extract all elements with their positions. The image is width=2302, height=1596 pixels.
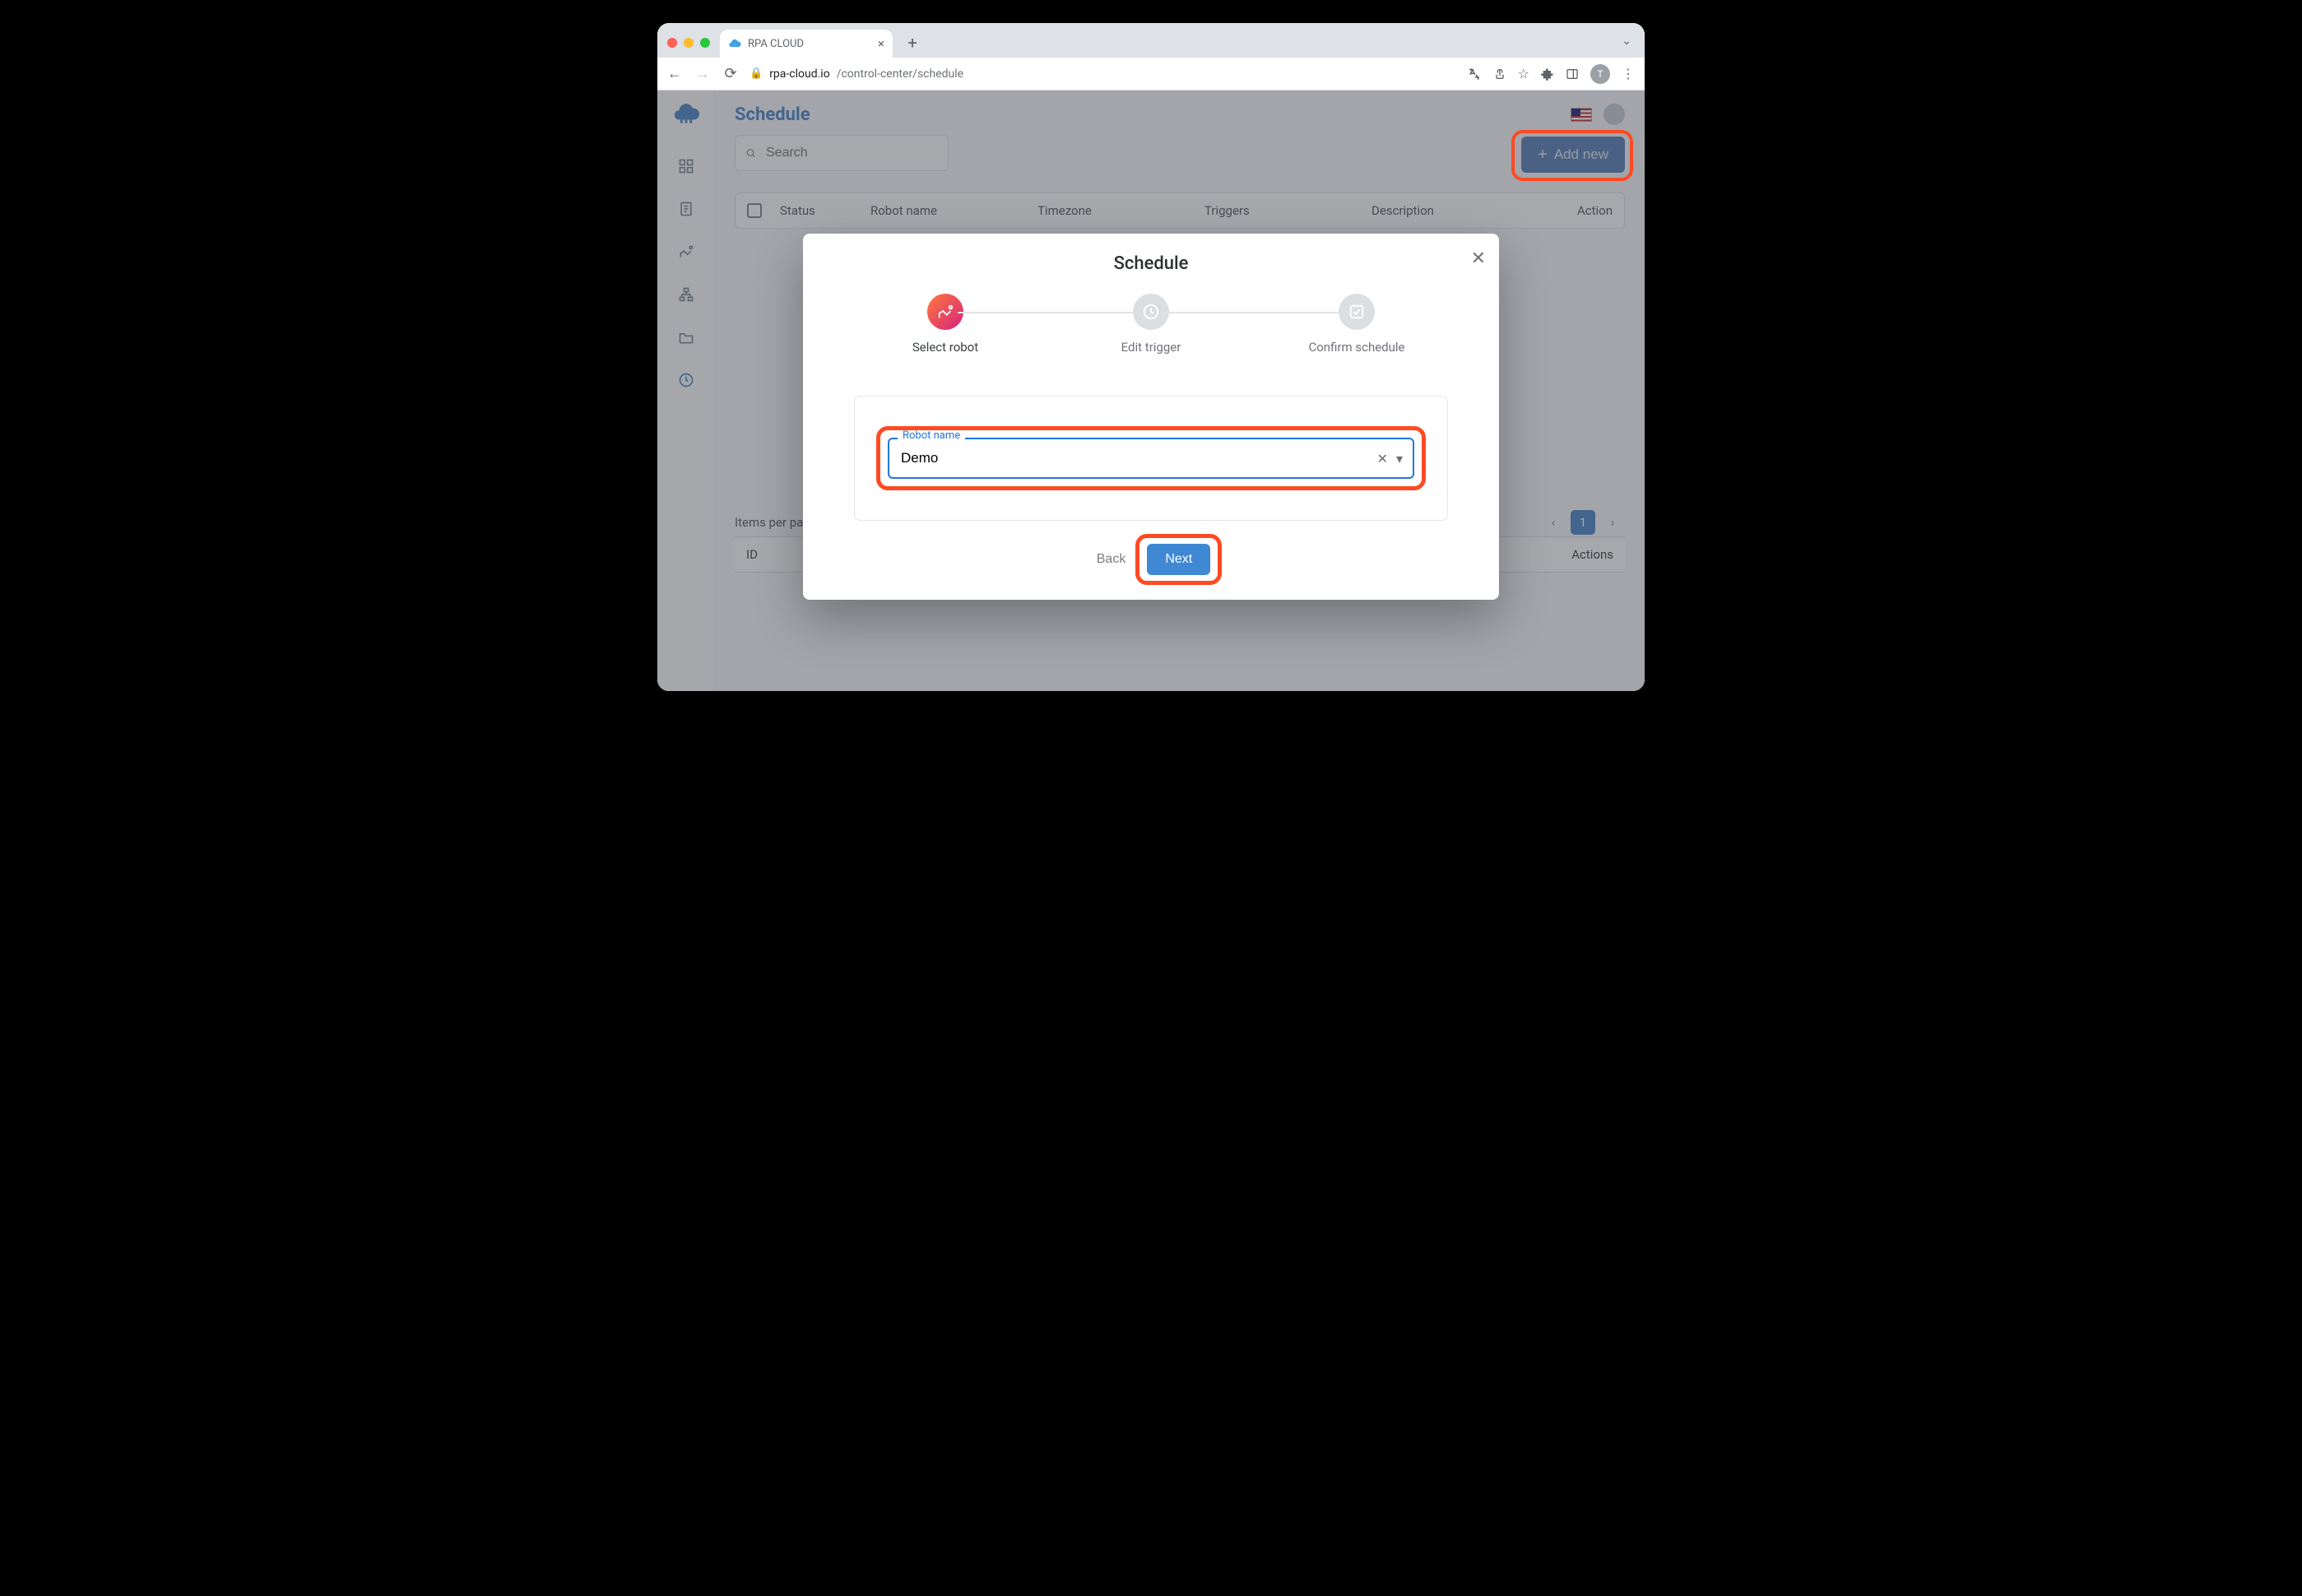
modal-title: Schedule	[826, 253, 1476, 274]
tab-strip: RPA CLOUD × + ⌄	[657, 23, 1645, 58]
reload-icon[interactable]: ⟳	[722, 65, 740, 82]
step-label: Edit trigger	[1121, 340, 1181, 355]
robot-name-input[interactable]	[899, 449, 1369, 467]
tabs-overflow-icon[interactable]: ⌄	[1622, 35, 1631, 48]
browser-toolbar: ← → ⟳ 🔒 rpa-cloud.io/control-center/sche…	[657, 58, 1645, 90]
fullscreen-window-icon[interactable]	[700, 38, 710, 48]
schedule-modal: ✕ Schedule Select robot Edit trigger	[803, 234, 1499, 600]
back-button[interactable]: Back	[1092, 551, 1131, 568]
url-host: rpa-cloud.io	[769, 67, 830, 81]
field-label: Robot name	[898, 429, 965, 442]
chevron-down-icon[interactable]: ▾	[1396, 451, 1403, 466]
close-window-icon[interactable]	[667, 38, 677, 48]
app-viewport: Schedule + Add new Statu	[657, 90, 1645, 691]
robot-name-field-wrap: Robot name ✕ ▾	[888, 438, 1414, 479]
panel-icon[interactable]	[1566, 67, 1579, 81]
new-tab-button[interactable]: +	[901, 31, 924, 54]
clear-icon[interactable]: ✕	[1377, 451, 1388, 466]
cloud-icon	[728, 37, 741, 50]
toolbar-right-icons: ☆ T ⋮	[1467, 64, 1636, 84]
window-controls	[667, 38, 710, 48]
modal-actions: Back Next	[826, 544, 1476, 575]
step-label: Confirm schedule	[1308, 340, 1404, 355]
stepper: Select robot Edit trigger Confirm schedu…	[826, 294, 1476, 355]
form-card: Robot name ✕ ▾	[854, 396, 1448, 521]
close-tab-icon[interactable]: ×	[878, 36, 884, 51]
minimize-window-icon[interactable]	[684, 38, 694, 48]
robot-name-combobox[interactable]: ✕ ▾	[888, 438, 1414, 479]
back-icon[interactable]: ←	[666, 65, 684, 82]
url-path: /control-center/schedule	[837, 67, 963, 81]
profile-avatar[interactable]: T	[1590, 64, 1610, 84]
translate-icon[interactable]	[1467, 67, 1482, 81]
browser-tab[interactable]: RPA CLOUD ×	[720, 30, 893, 58]
browser-window: RPA CLOUD × + ⌄ ← → ⟳ 🔒 rpa-cloud.io/con…	[657, 23, 1645, 691]
step-select-robot: Select robot	[892, 294, 999, 355]
tab-title: RPA CLOUD	[748, 38, 804, 50]
kebab-menu-icon[interactable]: ⋮	[1622, 66, 1636, 81]
check-step-icon	[1339, 294, 1375, 330]
share-icon[interactable]	[1493, 67, 1506, 81]
step-confirm: Confirm schedule	[1303, 294, 1410, 355]
lock-icon: 🔒	[750, 67, 763, 80]
close-icon[interactable]: ✕	[1471, 248, 1486, 269]
extensions-icon[interactable]	[1541, 67, 1554, 81]
address-bar[interactable]: 🔒 rpa-cloud.io/control-center/schedule	[750, 67, 1457, 81]
star-icon[interactable]: ☆	[1518, 66, 1529, 81]
next-button[interactable]: Next	[1147, 544, 1210, 575]
step-edit-trigger: Edit trigger	[1098, 294, 1204, 355]
forward-icon: →	[694, 65, 712, 82]
step-label: Select robot	[912, 340, 978, 355]
